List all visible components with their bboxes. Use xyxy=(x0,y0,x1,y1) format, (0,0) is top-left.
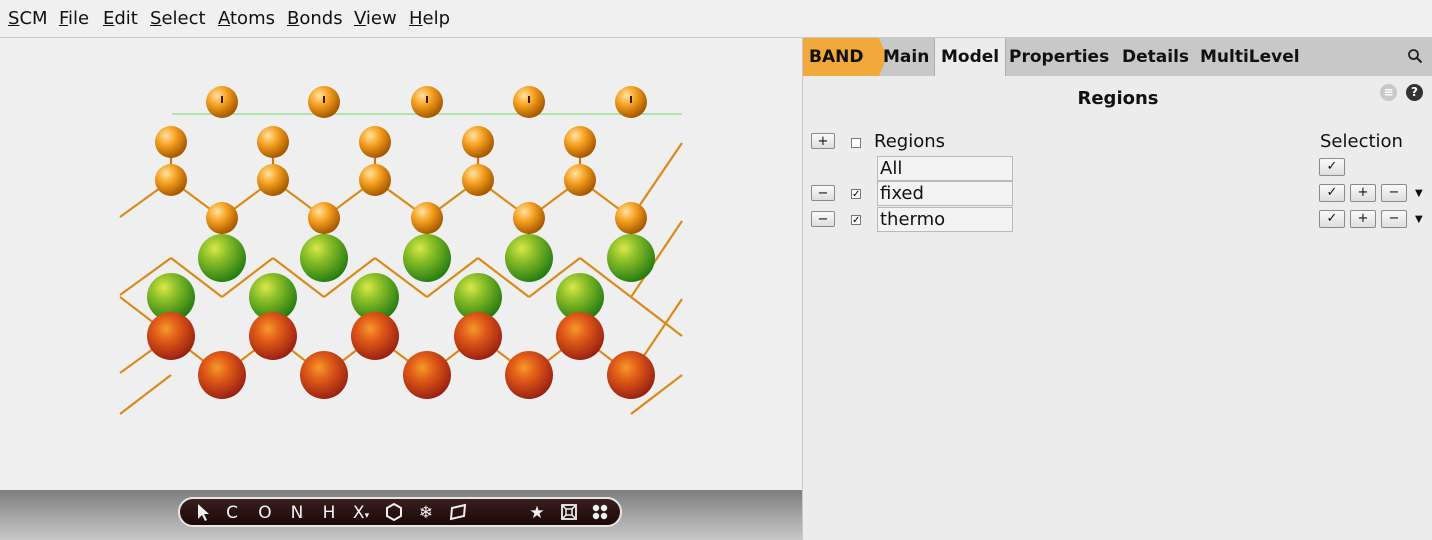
tab-multilevel[interactable]: MultiLevel xyxy=(1194,38,1306,76)
atom-marker xyxy=(630,96,632,103)
bond-edge xyxy=(630,296,683,337)
plane-icon[interactable] xyxy=(447,502,469,524)
star-icon[interactable]: ★ xyxy=(526,502,548,524)
tab-details[interactable]: Details xyxy=(1116,38,1195,76)
tab-main[interactable]: Main xyxy=(877,38,935,76)
tool-nitrogen[interactable]: N xyxy=(287,502,307,524)
add-to-region-fixed-button[interactable]: + xyxy=(1350,184,1376,202)
atom-marker xyxy=(323,96,325,103)
atom[interactable] xyxy=(308,202,340,234)
menu-select[interactable]: Select xyxy=(150,8,206,29)
snowflake-icon[interactable]: ❄ xyxy=(415,502,437,524)
atom[interactable] xyxy=(359,164,391,196)
atom[interactable] xyxy=(513,202,545,234)
atom[interactable] xyxy=(257,164,289,196)
search-icon[interactable] xyxy=(1407,48,1423,68)
atom-fixed[interactable] xyxy=(147,312,195,360)
atom[interactable] xyxy=(462,126,494,158)
select-region-all-button[interactable]: ✓ xyxy=(1319,158,1345,176)
crystal-cell-icon[interactable] xyxy=(558,502,580,524)
select-region-thermo-button[interactable]: ✓ xyxy=(1319,210,1345,228)
region-name-field-all[interactable]: All xyxy=(877,156,1013,181)
atom[interactable] xyxy=(206,202,238,234)
atom-fixed[interactable] xyxy=(351,312,399,360)
add-region-button[interactable]: + xyxy=(811,133,835,149)
atom[interactable] xyxy=(155,126,187,158)
menubar: SCM File Edit Select Atoms Bonds View He… xyxy=(0,0,1432,38)
atom-thermo[interactable] xyxy=(505,234,553,282)
atom-marker xyxy=(221,96,223,103)
atom-layer xyxy=(147,86,655,399)
bond-edge xyxy=(119,374,172,415)
molecule-canvas[interactable] xyxy=(0,38,802,490)
atom-thermo[interactable] xyxy=(607,234,655,282)
menu-scm[interactable]: SCM xyxy=(8,8,48,29)
menu-edit[interactable]: Edit xyxy=(103,8,138,29)
atom[interactable] xyxy=(462,164,494,196)
atom[interactable] xyxy=(155,164,187,196)
molecule-presets-icon[interactable] xyxy=(589,502,611,524)
atom-toolbar: C O N H X▾ ❄ ★ xyxy=(178,497,622,527)
menu-bonds[interactable]: Bonds xyxy=(287,8,343,29)
tab-properties[interactable]: Properties xyxy=(1003,38,1115,76)
atom[interactable] xyxy=(564,164,596,196)
atom[interactable] xyxy=(564,126,596,158)
remove-region-thermo-button[interactable]: − xyxy=(811,211,835,227)
tab-bar: BAND Main Model Properties Details Multi… xyxy=(803,38,1432,76)
settings-panel: BAND Main Model Properties Details Multi… xyxy=(802,38,1432,540)
select-region-fixed-button[interactable]: ✓ xyxy=(1319,184,1345,202)
tool-oxygen[interactable]: O xyxy=(255,502,275,524)
atom-fixed[interactable] xyxy=(300,351,348,399)
select-pointer-icon[interactable] xyxy=(192,502,214,524)
region-name-field-fixed[interactable]: fixed xyxy=(877,181,1013,206)
atom[interactable] xyxy=(615,202,647,234)
atom-marker xyxy=(426,96,428,103)
atom-thermo[interactable] xyxy=(198,234,246,282)
add-to-region-thermo-button[interactable]: + xyxy=(1350,210,1376,228)
atom[interactable] xyxy=(411,202,443,234)
region-name-field-thermo[interactable]: thermo xyxy=(877,207,1013,232)
remove-from-region-thermo-button[interactable]: − xyxy=(1381,210,1407,228)
atom-fixed[interactable] xyxy=(198,351,246,399)
atom-fixed[interactable] xyxy=(454,312,502,360)
atom[interactable] xyxy=(257,126,289,158)
atom-fixed[interactable] xyxy=(403,351,451,399)
atom-fixed[interactable] xyxy=(505,351,553,399)
select-all-regions-checkbox[interactable] xyxy=(851,138,861,148)
atom-fixed[interactable] xyxy=(556,312,604,360)
region-fixed-dropdown-icon[interactable]: ▼ xyxy=(1415,188,1423,199)
help-icon[interactable]: ? xyxy=(1406,84,1423,101)
atom[interactable] xyxy=(359,126,391,158)
atom-fixed[interactable] xyxy=(249,312,297,360)
tab-band[interactable]: BAND xyxy=(803,38,879,76)
tool-hydrogen[interactable]: H xyxy=(319,502,339,524)
list-menu-icon[interactable]: ≡ xyxy=(1380,84,1397,101)
region-visible-checkbox-thermo[interactable]: ✓ xyxy=(851,215,861,226)
molecule-viewer[interactable] xyxy=(0,38,802,490)
atom-thermo[interactable] xyxy=(403,234,451,282)
regions-header: Regions xyxy=(874,131,945,152)
panel-title: Regions xyxy=(1077,88,1159,109)
region-visible-checkbox-fixed[interactable]: ✓ xyxy=(851,189,861,200)
selection-header: Selection xyxy=(1320,131,1403,152)
menu-view[interactable]: View xyxy=(354,8,397,29)
ring-icon[interactable] xyxy=(383,502,405,524)
atom-marker xyxy=(528,96,530,103)
menu-file[interactable]: File xyxy=(59,8,89,29)
tool-other-element[interactable]: X▾ xyxy=(349,502,373,524)
atom-thermo[interactable] xyxy=(300,234,348,282)
region-thermo-dropdown-icon[interactable]: ▼ xyxy=(1415,214,1423,225)
menu-atoms[interactable]: Atoms xyxy=(218,8,275,29)
remove-region-fixed-button[interactable]: − xyxy=(811,185,835,201)
tool-carbon[interactable]: C xyxy=(222,502,242,524)
menu-help[interactable]: Help xyxy=(409,8,450,29)
tab-model[interactable]: Model xyxy=(934,38,1007,76)
atom-fixed[interactable] xyxy=(607,351,655,399)
remove-from-region-fixed-button[interactable]: − xyxy=(1381,184,1407,202)
